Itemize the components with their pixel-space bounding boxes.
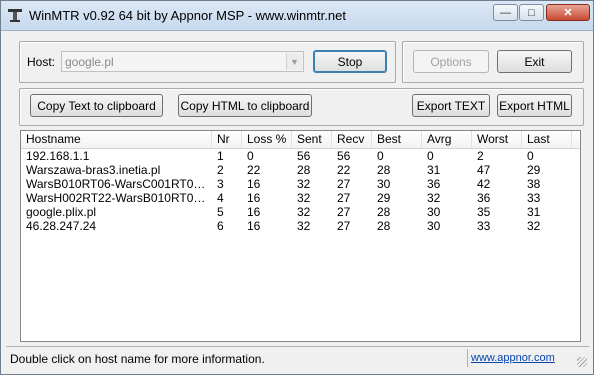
loss-cell: 16 [247, 219, 261, 233]
host-combobox[interactable]: google.pl ▼ [61, 51, 304, 72]
close-button[interactable]: ✕ [546, 4, 590, 21]
recv-cell: 27 [337, 191, 351, 205]
last-cell: 38 [527, 177, 541, 191]
best-cell: 28 [377, 219, 391, 233]
options-button[interactable]: Options [413, 50, 489, 73]
nr-cell: 6 [217, 219, 224, 233]
hostname-cell: Warszawa-bras3.inetia.pl [26, 163, 161, 177]
column-header-sent[interactable]: Sent [292, 131, 332, 148]
best-cell: 28 [377, 163, 391, 177]
host-value: google.pl [65, 55, 114, 69]
worst-cell: 33 [477, 219, 491, 233]
last-cell: 0 [527, 149, 534, 163]
avrg-cell: 31 [427, 163, 441, 177]
nr-cell: 5 [217, 205, 224, 219]
title-bar[interactable]: WinMTR v0.92 64 bit by Appnor MSP - www.… [1, 1, 593, 31]
sent-cell: 32 [297, 205, 311, 219]
hostname-cell: WarsH002RT22-WarsB010RT06.ine... [26, 191, 212, 205]
exit-button[interactable]: Exit [497, 50, 572, 73]
maximize-button[interactable]: □ [519, 4, 544, 21]
table-row[interactable]: 192.168.1.1 1 0 56 56 0 0 2 0 [21, 149, 580, 163]
hostname-cell: google.plix.pl [26, 205, 97, 219]
worst-cell: 2 [477, 149, 484, 163]
last-cell: 29 [527, 163, 541, 177]
column-header-nr[interactable]: Nr [212, 131, 242, 148]
status-bar: Double click on host name for more infor… [6, 346, 589, 369]
sent-cell: 56 [297, 149, 311, 163]
table-row[interactable]: 46.28.247.24 6 16 32 27 28 30 33 32 [21, 219, 580, 233]
worst-cell: 36 [477, 191, 491, 205]
export-text-button[interactable]: Export TEXT [412, 94, 490, 117]
results-table[interactable]: Hostname Nr Loss % Sent Recv Best Avrg W… [20, 130, 581, 342]
nr-cell: 3 [217, 177, 224, 191]
sent-cell: 28 [297, 163, 311, 177]
copy-text-button[interactable]: Copy Text to clipboard [30, 94, 163, 117]
worst-cell: 42 [477, 177, 491, 191]
recv-cell: 27 [337, 219, 351, 233]
column-header-loss[interactable]: Loss % [242, 131, 292, 148]
avrg-cell: 32 [427, 191, 441, 205]
column-header-recv[interactable]: Recv [332, 131, 372, 148]
recv-cell: 27 [337, 205, 351, 219]
avrg-cell: 0 [427, 149, 434, 163]
column-header-last[interactable]: Last [522, 131, 572, 148]
recv-cell: 27 [337, 177, 351, 191]
table-row[interactable]: WarsB010RT06-WarsC001RT04.ine... 3 16 32… [21, 177, 580, 191]
hostname-cell: WarsB010RT06-WarsC001RT04.ine... [26, 177, 212, 191]
loss-cell: 16 [247, 177, 261, 191]
worst-cell: 35 [477, 205, 491, 219]
export-html-button[interactable]: Export HTML [497, 94, 572, 117]
nr-cell: 4 [217, 191, 224, 205]
nr-cell: 2 [217, 163, 224, 177]
appnor-link[interactable]: www.appnor.com [471, 352, 555, 364]
minimize-button[interactable]: — [493, 4, 518, 21]
table-row[interactable]: WarsH002RT22-WarsB010RT06.ine... 4 16 32… [21, 191, 580, 205]
window-title: WinMTR v0.92 64 bit by Appnor MSP - www.… [29, 8, 346, 23]
nr-cell: 1 [217, 149, 224, 163]
table-header: Hostname Nr Loss % Sent Recv Best Avrg W… [21, 131, 580, 149]
best-cell: 29 [377, 191, 391, 205]
table-row[interactable]: Warszawa-bras3.inetia.pl 2 22 28 22 28 3… [21, 163, 580, 177]
copy-html-button[interactable]: Copy HTML to clipboard [178, 94, 312, 117]
sent-cell: 32 [297, 219, 311, 233]
avrg-cell: 36 [427, 177, 441, 191]
app-icon [8, 9, 22, 22]
column-header-avrg[interactable]: Avrg [422, 131, 472, 148]
column-header-worst[interactable]: Worst [472, 131, 522, 148]
last-cell: 33 [527, 191, 541, 205]
loss-cell: 0 [247, 149, 254, 163]
column-header-hostname[interactable]: Hostname [21, 131, 212, 148]
loss-cell: 16 [247, 205, 261, 219]
winmtr-window: WinMTR v0.92 64 bit by Appnor MSP - www.… [0, 0, 594, 375]
hostname-cell: 192.168.1.1 [26, 149, 90, 163]
loss-cell: 16 [247, 191, 261, 205]
table-row[interactable]: google.plix.pl 5 16 32 27 28 30 35 31 [21, 205, 580, 219]
sent-cell: 32 [297, 177, 311, 191]
worst-cell: 47 [477, 163, 491, 177]
recv-cell: 56 [337, 149, 351, 163]
host-label: Host: [27, 55, 56, 69]
status-divider [467, 349, 468, 367]
avrg-cell: 30 [427, 205, 441, 219]
best-cell: 30 [377, 177, 391, 191]
sent-cell: 32 [297, 191, 311, 205]
chevron-down-icon[interactable]: ▼ [286, 53, 302, 70]
column-header-best[interactable]: Best [372, 131, 422, 148]
best-cell: 0 [377, 149, 384, 163]
loss-cell: 22 [247, 163, 261, 177]
hostname-cell: 46.28.247.24 [26, 219, 97, 233]
resize-grip-icon[interactable] [577, 357, 587, 367]
last-cell: 32 [527, 219, 541, 233]
status-message: Double click on host name for more infor… [10, 352, 265, 366]
stop-button[interactable]: Stop [313, 50, 387, 73]
avrg-cell: 30 [427, 219, 441, 233]
last-cell: 31 [527, 205, 541, 219]
recv-cell: 22 [337, 163, 351, 177]
best-cell: 28 [377, 205, 391, 219]
